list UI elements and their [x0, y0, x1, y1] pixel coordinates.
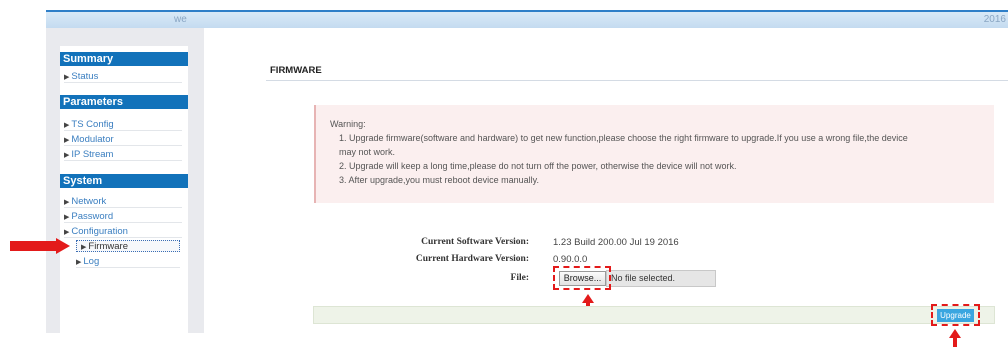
- warning-title: Warning:: [330, 119, 366, 129]
- sidebar-item-firmware[interactable]: ▶ Firmware: [76, 240, 180, 252]
- triangle-right-icon: ▶: [64, 122, 70, 129]
- header-year: 2016: [983, 14, 1006, 25]
- sidebar-item-label: IP Stream: [71, 149, 114, 160]
- triangle-right-icon: ▶: [81, 244, 87, 251]
- sidebar-section-system: System: [60, 174, 188, 188]
- annotation-arrow-shaft: [953, 336, 957, 347]
- top-header-bar: we 2016: [46, 10, 1008, 28]
- sidebar-item-ip-stream[interactable]: ▶ IP Stream: [64, 149, 182, 161]
- warning-line: 2. Upgrade will keep a long time,please …: [339, 161, 737, 171]
- sidebar-item-network[interactable]: ▶ Network: [64, 196, 182, 208]
- file-status-text: No file selected.: [606, 270, 716, 287]
- triangle-right-icon: ▶: [64, 152, 70, 159]
- triangle-right-icon: ▶: [64, 137, 70, 144]
- annotation-highlight-browse: [553, 266, 611, 290]
- triangle-right-icon: ▶: [64, 74, 70, 81]
- warning-line: may not work.: [339, 147, 396, 157]
- hardware-version-label: Current Hardware Version:: [415, 254, 529, 264]
- sidebar-item-status[interactable]: ▶ Status: [64, 71, 182, 83]
- title-divider: [266, 80, 1008, 81]
- annotation-arrow-shaft: [10, 241, 58, 251]
- sidebar-item-label: Log: [83, 256, 100, 267]
- hardware-version-value: 0.90.0.0: [553, 254, 588, 265]
- triangle-right-icon: ▶: [64, 229, 70, 236]
- annotation-highlight-upgrade: [931, 304, 980, 326]
- software-version-label: Current Software Version:: [421, 237, 529, 247]
- triangle-right-icon: ▶: [64, 214, 70, 221]
- sidebar-item-password[interactable]: ▶ Password: [64, 211, 182, 223]
- sidebar-item-label: Firmware: [88, 241, 128, 252]
- header-brand: we: [174, 14, 187, 25]
- warning-line: 3. After upgrade,you must reboot device …: [339, 175, 539, 185]
- action-bar: [313, 306, 995, 324]
- sidebar-item-label: Password: [71, 211, 114, 222]
- sidebar-item-label: Configuration: [71, 226, 128, 237]
- warning-line: 1. Upgrade firmware(software and hardwar…: [339, 133, 908, 143]
- sidebar-section-parameters: Parameters: [60, 95, 188, 109]
- sidebar-item-label: TS Config: [71, 119, 114, 130]
- sidebar-item-label: Modulator: [71, 134, 114, 145]
- triangle-right-icon: ▶: [76, 259, 82, 266]
- file-label: File:: [510, 273, 529, 283]
- sidebar-panel: [60, 46, 188, 333]
- annotation-arrow-right-icon: [56, 238, 70, 254]
- software-version-value: 1.23 Build 200.00 Jul 19 2016: [553, 237, 679, 248]
- sidebar-section-summary: Summary: [60, 52, 188, 66]
- page-title: FIRMWARE: [270, 65, 322, 76]
- triangle-right-icon: ▶: [64, 199, 70, 206]
- sidebar-item-modulator[interactable]: ▶ Modulator: [64, 134, 182, 146]
- sidebar-item-ts-config[interactable]: ▶ TS Config: [64, 119, 182, 131]
- sidebar-item-log[interactable]: ▶ Log: [76, 256, 180, 268]
- sidebar-item-label: Network: [71, 196, 107, 207]
- sidebar-item-label: Status: [71, 71, 99, 82]
- warning-box: Warning: 1. Upgrade firmware(software an…: [314, 105, 994, 203]
- sidebar-item-configuration[interactable]: ▶ Configuration: [64, 226, 182, 238]
